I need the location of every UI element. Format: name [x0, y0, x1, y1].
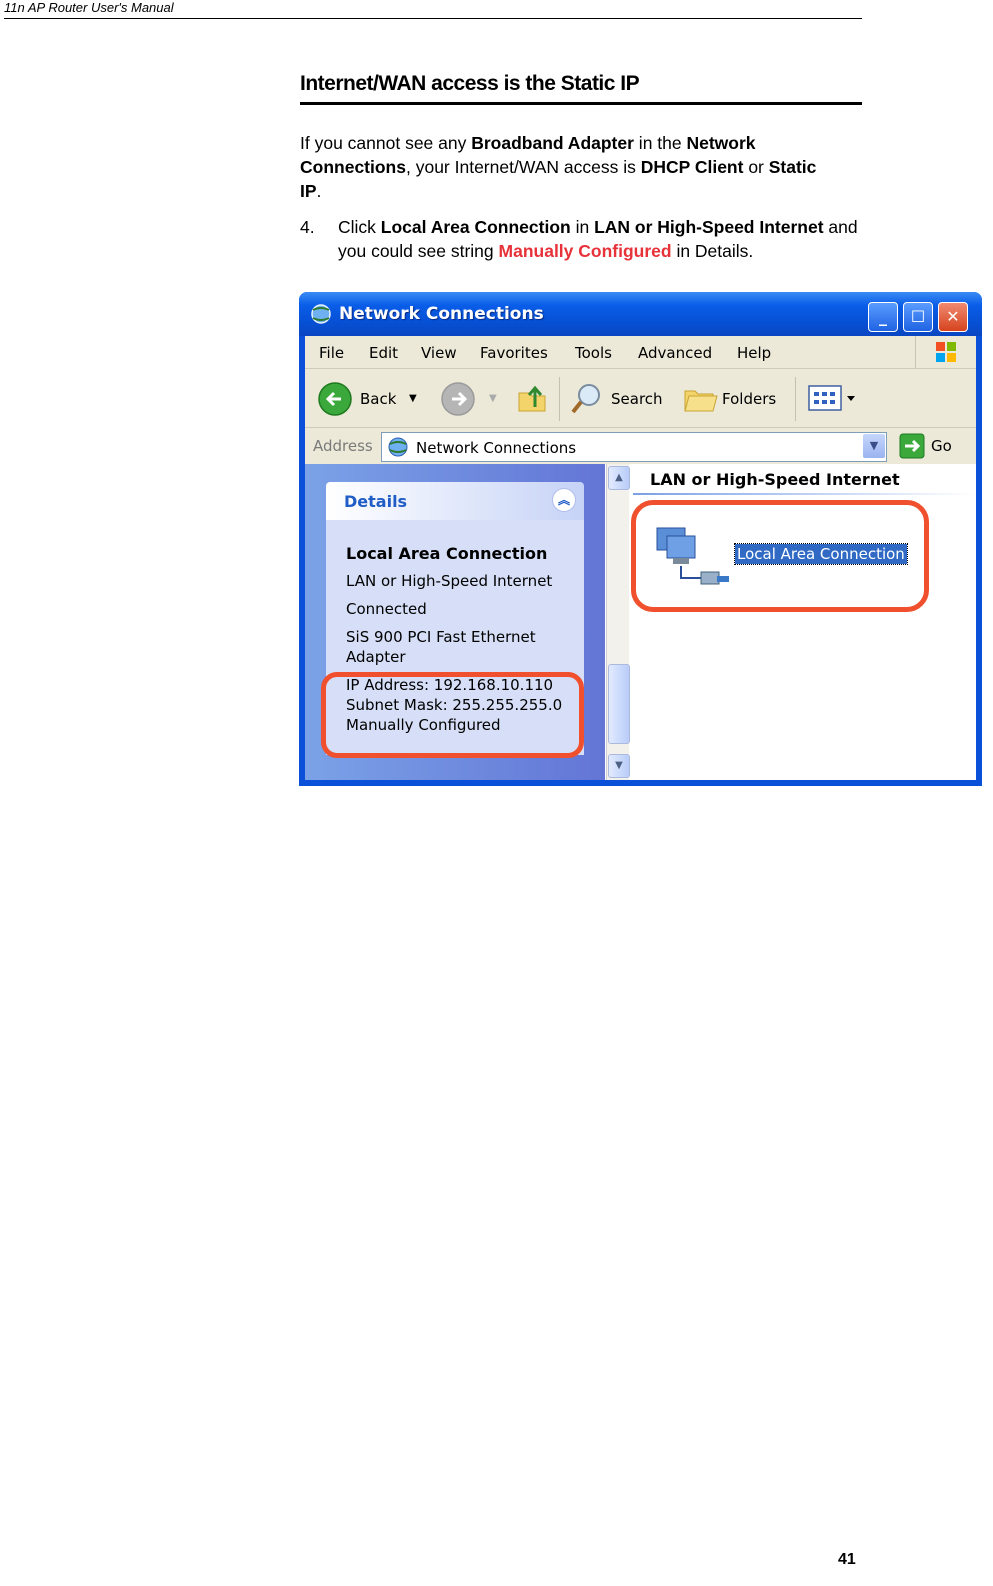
- window-title: Network Connections: [339, 304, 544, 324]
- para-bold-broadband-adapter: Broadband Adapter: [471, 133, 634, 153]
- para-text-5: .: [316, 181, 322, 201]
- para-text-4: or: [743, 157, 769, 177]
- close-button[interactable]: ✕: [938, 302, 968, 332]
- scroll-up-icon: ▲: [615, 472, 623, 483]
- minimize-icon: _: [879, 307, 887, 326]
- highlight-oval-connection: [631, 500, 929, 612]
- details-panel-header[interactable]: Details ︽: [326, 482, 584, 520]
- highlight-oval-details: [321, 672, 584, 758]
- para-text-2: in the: [633, 133, 687, 153]
- forward-arrow-icon[interactable]: [440, 381, 476, 417]
- double-chevron-up-icon: ︽: [557, 493, 570, 507]
- address-input[interactable]: Network Connections ▼: [381, 432, 887, 462]
- scroll-down-icon: ▼: [615, 760, 623, 771]
- details-status: Connected: [346, 600, 427, 618]
- task-pane: Details ︽ Local Area Connection LAN or H…: [305, 464, 605, 780]
- para-text-3: , your Internet/WAN access is: [405, 157, 641, 177]
- toolbar: Back ▼ ▼ Search Folders: [305, 369, 976, 428]
- vertical-scrollbar[interactable]: ▲ ▼: [606, 464, 630, 780]
- group-title: LAN or High-Speed Internet: [650, 470, 900, 489]
- window-content: Details ︽ Local Area Connection LAN or H…: [305, 464, 976, 780]
- toolbar-separator-2: [795, 377, 796, 421]
- group-divider: [633, 493, 976, 495]
- step-text-2: in: [570, 217, 595, 237]
- step-number: 4.: [300, 217, 315, 237]
- intro-paragraph: If you cannot see any Broadband Adapter …: [300, 131, 840, 203]
- minimize-button[interactable]: _: [868, 302, 898, 332]
- step-text-1: Click: [338, 217, 381, 237]
- forward-dropdown-icon[interactable]: ▼: [489, 393, 497, 404]
- details-title: Details: [344, 492, 408, 511]
- details-adapter-line1: SiS 900 PCI Fast Ethernet: [346, 628, 536, 646]
- search-magnifier-icon[interactable]: [569, 381, 605, 417]
- page-number: 41: [838, 1551, 856, 1568]
- maximize-icon: ☐: [910, 307, 926, 326]
- menu-favorites[interactable]: Favorites: [480, 344, 548, 362]
- para-text-1: If you cannot see any: [300, 133, 472, 153]
- step-bold-lan-high-speed: LAN or High-Speed Internet: [594, 217, 824, 237]
- menu-tools[interactable]: Tools: [575, 344, 612, 362]
- scroll-down-button[interactable]: ▼: [608, 754, 630, 778]
- folder-up-icon[interactable]: [515, 381, 549, 415]
- network-connections-window: Network Connections _ ☐ ✕ File Edit View…: [299, 292, 982, 786]
- network-connections-icon: [388, 437, 408, 457]
- menu-help[interactable]: Help: [737, 344, 771, 362]
- windows-flag-icon: [936, 342, 956, 362]
- back-button-label[interactable]: Back: [360, 390, 396, 408]
- menu-bar: File Edit View Favorites Tools Advanced …: [305, 336, 976, 369]
- step-red-manually-configured: Manually Configured: [498, 241, 672, 261]
- back-dropdown-icon[interactable]: ▼: [409, 393, 417, 404]
- menu-file[interactable]: File: [319, 344, 344, 362]
- title-bar[interactable]: Network Connections _ ☐ ✕: [299, 292, 982, 336]
- chevron-down-icon: ▼: [869, 439, 879, 452]
- step-bold-local-area-connection: Local Area Connection: [380, 217, 571, 237]
- toolbar-separator: [559, 377, 560, 421]
- folders-button-label[interactable]: Folders: [722, 390, 776, 408]
- address-dropdown-button[interactable]: ▼: [863, 434, 885, 458]
- details-connection-name: Local Area Connection: [346, 544, 548, 563]
- go-button-label[interactable]: Go: [931, 437, 952, 455]
- section-title: Internet/WAN access is the Static IP: [300, 72, 862, 105]
- address-label: Address: [313, 437, 373, 455]
- address-bar: Address Network Connections ▼ Go: [305, 428, 976, 464]
- step-text: Click Local Area Connection in LAN or Hi…: [338, 215, 858, 263]
- menu-advanced[interactable]: Advanced: [638, 344, 712, 362]
- views-icon[interactable]: [807, 384, 859, 412]
- address-value: Network Connections: [416, 439, 577, 457]
- step-text-4: in Details.: [671, 241, 754, 261]
- search-button-label[interactable]: Search: [611, 390, 663, 408]
- back-arrow-icon[interactable]: [317, 381, 353, 417]
- folders-icon[interactable]: [683, 383, 719, 413]
- details-connection-type: LAN or High-Speed Internet: [346, 572, 553, 590]
- menu-edit[interactable]: Edit: [369, 344, 398, 362]
- close-icon: ✕: [946, 307, 960, 326]
- network-globe-icon: [311, 304, 331, 324]
- para-bold-dhcp-client: DHCP Client: [640, 157, 744, 177]
- collapse-button[interactable]: ︽: [552, 488, 576, 512]
- go-arrow-icon[interactable]: [899, 433, 925, 459]
- page-header: 11n AP Router User's Manual: [4, 0, 862, 19]
- details-adapter-line2: Adapter: [346, 648, 406, 666]
- scroll-thumb[interactable]: [608, 664, 630, 744]
- windows-logo: [915, 336, 976, 368]
- maximize-button[interactable]: ☐: [903, 302, 933, 332]
- menu-view[interactable]: View: [421, 344, 457, 362]
- scroll-up-button[interactable]: ▲: [608, 466, 630, 490]
